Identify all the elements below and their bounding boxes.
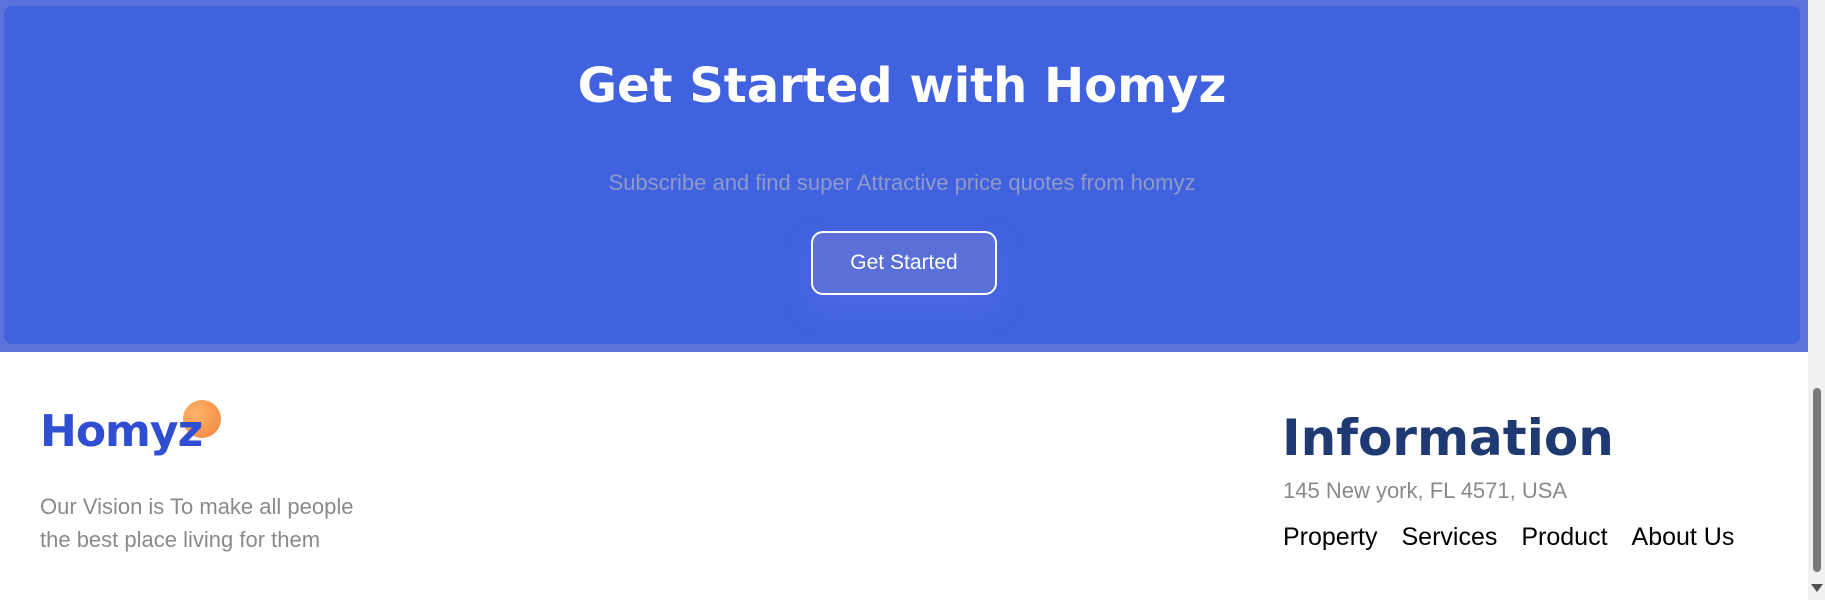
footer-nav: Property Services Product About Us bbox=[1283, 522, 1734, 552]
footer-link-about-us[interactable]: About Us bbox=[1632, 522, 1735, 552]
page: Get Started with Homyz Subscribe and fin… bbox=[0, 0, 1808, 600]
vision-line-1: Our Vision is To make all people bbox=[40, 494, 354, 519]
brand-logo[interactable]: Homyz bbox=[40, 398, 240, 468]
vertical-scrollbar[interactable] bbox=[1808, 0, 1825, 600]
scroll-down-arrow-icon[interactable] bbox=[1811, 584, 1823, 592]
get-started-button[interactable]: Get Started bbox=[811, 231, 997, 295]
banner-title: Get Started with Homyz bbox=[577, 58, 1227, 114]
footer-link-services[interactable]: Services bbox=[1401, 522, 1497, 552]
vision-line-2: the best place living for them bbox=[40, 527, 321, 552]
footer-link-property[interactable]: Property bbox=[1283, 522, 1377, 552]
information-heading: Information bbox=[1282, 409, 1614, 467]
get-started-banner: Get Started with Homyz Subscribe and fin… bbox=[0, 0, 1808, 352]
information-address: 145 New york, FL 4571, USA bbox=[1283, 478, 1568, 503]
scrollbar-thumb[interactable] bbox=[1813, 388, 1821, 572]
footer-link-product[interactable]: Product bbox=[1521, 522, 1607, 552]
get-started-button-wrap: Get Started bbox=[811, 231, 997, 295]
vision-statement: Our Vision is To make all people the bes… bbox=[40, 490, 420, 556]
brand-name: Homyz bbox=[40, 406, 203, 457]
get-started-banner-inner: Get Started with Homyz Subscribe and fin… bbox=[4, 6, 1800, 344]
banner-subtitle: Subscribe and find super Attractive pric… bbox=[608, 170, 1196, 195]
